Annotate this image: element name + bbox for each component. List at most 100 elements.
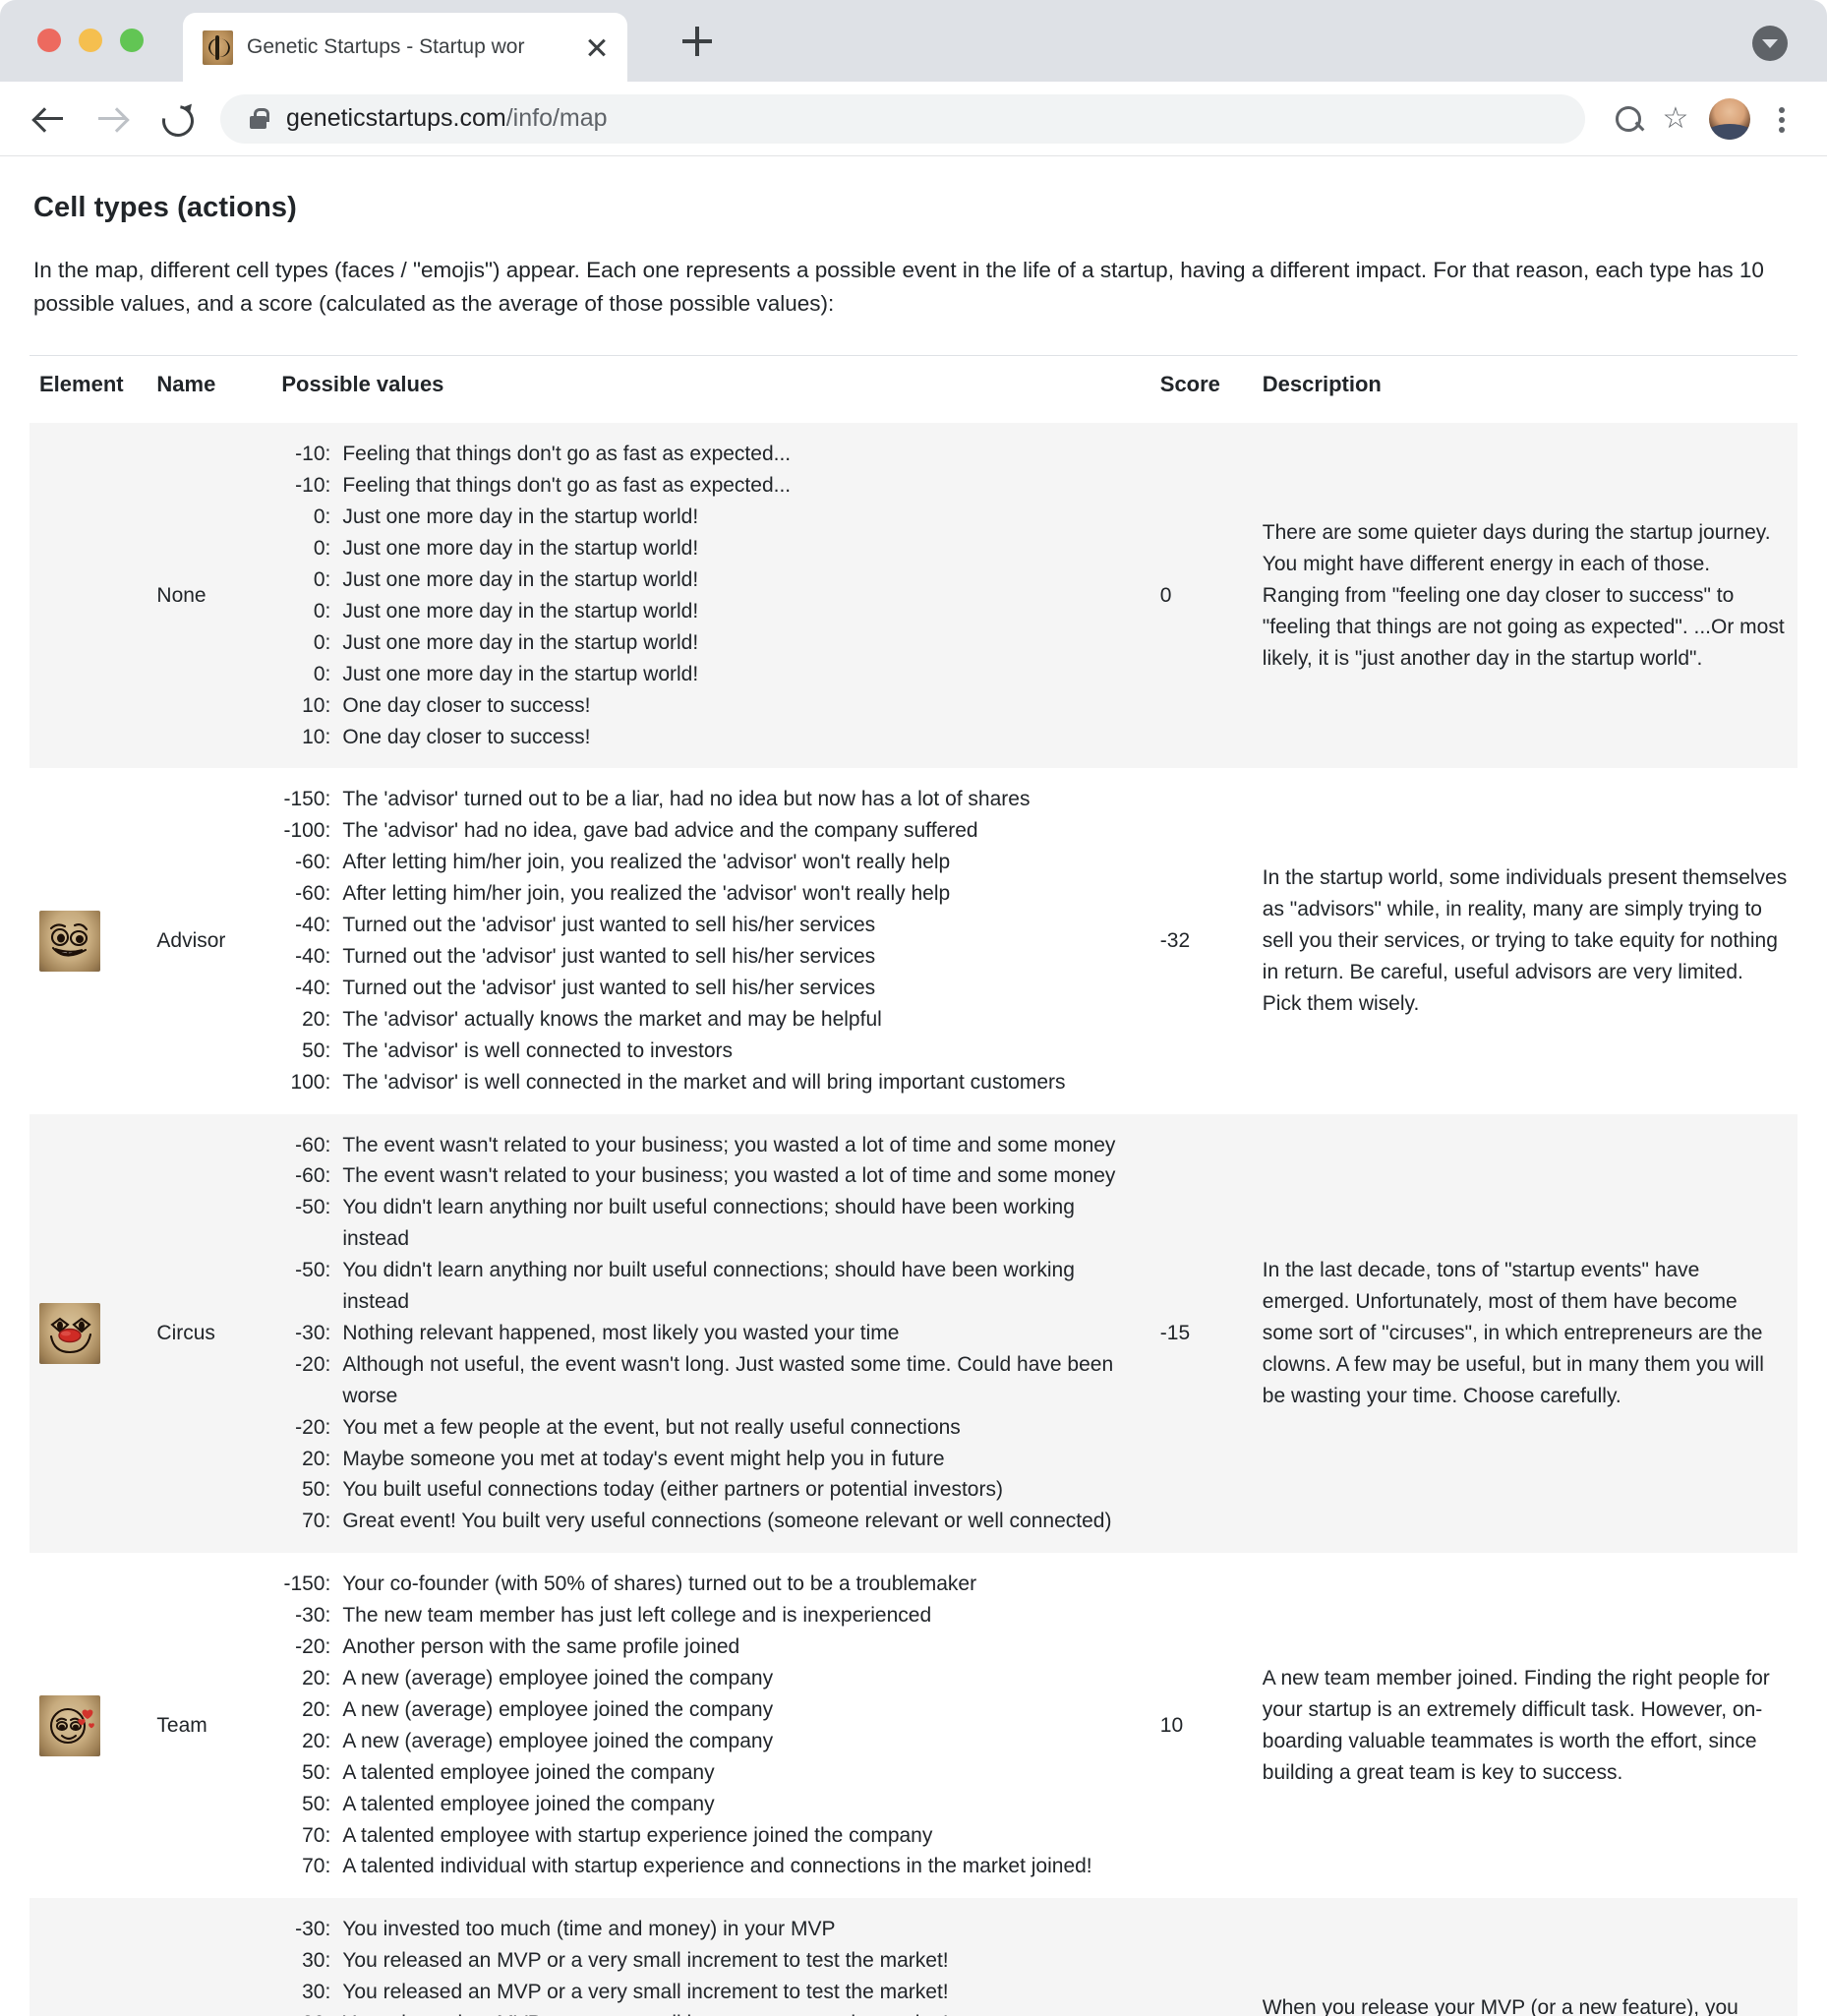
- possible-value-row: -60: The event wasn't related to your bus…: [281, 1160, 1140, 1192]
- zoom-out-icon[interactable]: [1611, 101, 1646, 137]
- column-header-name: Name: [147, 355, 272, 424]
- possible-value-number: -10:: [295, 443, 331, 466]
- possible-value-number: -50:: [295, 1259, 331, 1282]
- column-header-possible-values: Possible values: [271, 355, 1150, 424]
- page-title: Cell types (actions): [33, 192, 297, 223]
- avatar[interactable]: [1709, 97, 1750, 140]
- maximize-window-button[interactable]: [120, 29, 144, 52]
- possible-value-text: You met a few people at the event, but n…: [342, 1415, 961, 1439]
- kebab-menu-icon[interactable]: [1764, 96, 1799, 142]
- table-header: Element Name Possible values Score Descr…: [29, 355, 1798, 424]
- possible-value-number: 70:: [302, 1855, 331, 1878]
- possible-value-row: 20: A new (average) employee joined the c…: [281, 1663, 1140, 1694]
- circus-face-icon: [39, 1302, 100, 1364]
- advisor-face-icon: [39, 910, 100, 972]
- cell-description: A new team member joined. Finding the ri…: [1252, 1553, 1798, 1899]
- possible-value-text: The event wasn't related to your busines…: [342, 1164, 1116, 1188]
- possible-value-number: 10:: [302, 693, 331, 717]
- possible-value-row: 0: Just one more day in the startup world…: [281, 564, 1140, 596]
- possible-value-row: 20: A new (average) employee joined the c…: [281, 1694, 1140, 1726]
- possible-value-row: -40: Turned out the 'advisor' just wanted…: [281, 973, 1140, 1004]
- possible-value-row: -20: You met a few people at the event, b…: [281, 1412, 1140, 1444]
- possible-value-text: You released an MVP or a very small incr…: [342, 1981, 949, 2004]
- possible-value-text: Turned out the 'advisor' just wanted to …: [342, 976, 876, 999]
- close-icon[interactable]: [582, 32, 612, 62]
- possible-value-text: One day closer to success!: [342, 725, 591, 748]
- possible-value-number: -60:: [295, 851, 331, 874]
- possible-value-number: 0:: [313, 568, 331, 591]
- possible-value-number: -20:: [295, 1415, 331, 1439]
- reload-icon[interactable]: [153, 96, 199, 142]
- team-face-icon: [39, 1694, 100, 1756]
- cell-name: None: [147, 423, 272, 769]
- possible-value-number: 10:: [302, 725, 331, 748]
- table-body: None -10: Feeling that things don't go as …: [29, 423, 1798, 2016]
- possible-value-text: You released an MVP or a very small incr…: [342, 1949, 949, 1973]
- possible-value-number: 0:: [313, 662, 331, 685]
- description-text: When you release your MVP (or a new feat…: [1262, 1996, 1739, 2016]
- star-icon[interactable]: ☆: [1658, 101, 1693, 137]
- possible-value-number: 0:: [313, 599, 331, 623]
- new-tab-plus-icon[interactable]: [682, 27, 712, 56]
- possible-value-number: -50:: [295, 1196, 331, 1219]
- possible-value-row: 0: Just one more day in the startup world…: [281, 659, 1140, 690]
- possible-value-text: The 'advisor' had no idea, gave bad advi…: [342, 819, 978, 843]
- possible-values-list: -150: Your co-founder (with 50% of shares…: [281, 1569, 1140, 1882]
- possible-value-number: -30:: [295, 1321, 331, 1344]
- possible-value-number: -60:: [295, 882, 331, 906]
- cell-name: Advisor: [147, 768, 272, 1114]
- forward-button[interactable]: [90, 96, 136, 142]
- possible-value-row: -10: Feeling that things don't go as fast…: [281, 470, 1140, 502]
- column-header-description: Description: [1252, 355, 1798, 424]
- close-window-button[interactable]: [37, 29, 61, 52]
- possible-value-row: -60: After letting him/her join, you real…: [281, 847, 1140, 878]
- table-row: Circus -60: The event wasn't related to yo…: [29, 1113, 1798, 1554]
- possible-values-list: -60: The event wasn't related to your bus…: [281, 1130, 1140, 1538]
- possible-value-number: -150:: [283, 788, 331, 811]
- possible-value-row: 10: One day closer to success!: [281, 722, 1140, 753]
- possible-value-row: 30:You released an MVP or a very small i…: [281, 2008, 1140, 2016]
- possible-value-row: -60: After letting him/her join, you real…: [281, 878, 1140, 910]
- possible-value-row: 0: Just one more day in the startup world…: [281, 596, 1140, 627]
- table-row: Product -30: You invested too much (time a…: [29, 1898, 1798, 2016]
- possible-value-row: -30: You invested too much (time and mone…: [281, 1914, 1140, 1945]
- possible-value-row: 100: The 'advisor' is well connected in t…: [281, 1067, 1140, 1098]
- possible-value-number: -10:: [295, 474, 331, 498]
- possible-value-row: -50: You didn't learn anything nor built …: [281, 1255, 1140, 1318]
- table-row: Advisor -150: The 'advisor' turned out to …: [29, 768, 1798, 1114]
- possible-value-text: Turned out the 'advisor' just wanted to …: [342, 914, 876, 937]
- back-button[interactable]: [28, 96, 73, 142]
- description-text: A new team member joined. Finding the ri…: [1262, 1667, 1770, 1784]
- possible-value-number: 0:: [313, 505, 331, 529]
- possible-values-list: -10: Feeling that things don't go as fast…: [281, 439, 1140, 752]
- possible-values-list: -150: The 'advisor' turned out to be a li…: [281, 784, 1140, 1097]
- possible-value-number: 20:: [302, 1007, 331, 1031]
- possible-value-row: 20: A new (average) employee joined the c…: [281, 1726, 1140, 1757]
- minimize-window-button[interactable]: [79, 29, 102, 52]
- browser-tab-strip: Genetic Startups - Startup wor: [0, 0, 1827, 82]
- cell-score: -32: [1149, 768, 1253, 1114]
- possible-value-text: The 'advisor' actually knows the market …: [342, 1007, 882, 1031]
- possible-value-row: 0: Just one more day in the startup world…: [281, 502, 1140, 533]
- chevron-down-icon[interactable]: [1752, 26, 1788, 61]
- page-content: Cell types (actions) In the map, differe…: [0, 192, 1827, 2016]
- possible-value-number: -150:: [283, 1572, 331, 1596]
- possible-value-number: -40:: [295, 976, 331, 999]
- forward-arrow-icon: [98, 107, 126, 131]
- cell-score: -15: [1149, 1113, 1253, 1554]
- possible-value-row: 50: A talented employee joined the compan…: [281, 1789, 1140, 1820]
- possible-value-number: 30:: [302, 1949, 331, 1973]
- address-bar[interactable]: geneticstartups.com/info/map: [220, 93, 1585, 144]
- possible-value-text: Just one more day in the startup world!: [342, 537, 699, 561]
- possible-value-text: A new (average) employee joined the comp…: [342, 1697, 774, 1721]
- possible-value-row: -10: Feeling that things don't go as fast…: [281, 439, 1140, 470]
- browser-toolbar: geneticstartups.com/info/map ☆: [0, 82, 1827, 156]
- possible-value-row: -20: Although not useful, the event wasn'…: [281, 1349, 1140, 1412]
- url-text: geneticstartups.com/info/map: [286, 104, 608, 133]
- table-row: Team -150: Your co-founder (with 50% of sh…: [29, 1553, 1798, 1899]
- possible-value-text: Another person with the same profile joi…: [342, 1635, 740, 1659]
- cell-name: Circus: [147, 1113, 272, 1554]
- possible-value-row: 50: The 'advisor' is well connected to in…: [281, 1036, 1140, 1067]
- description-text: There are some quieter days during the s…: [1262, 521, 1785, 670]
- browser-tab[interactable]: Genetic Startups - Startup wor: [183, 13, 627, 82]
